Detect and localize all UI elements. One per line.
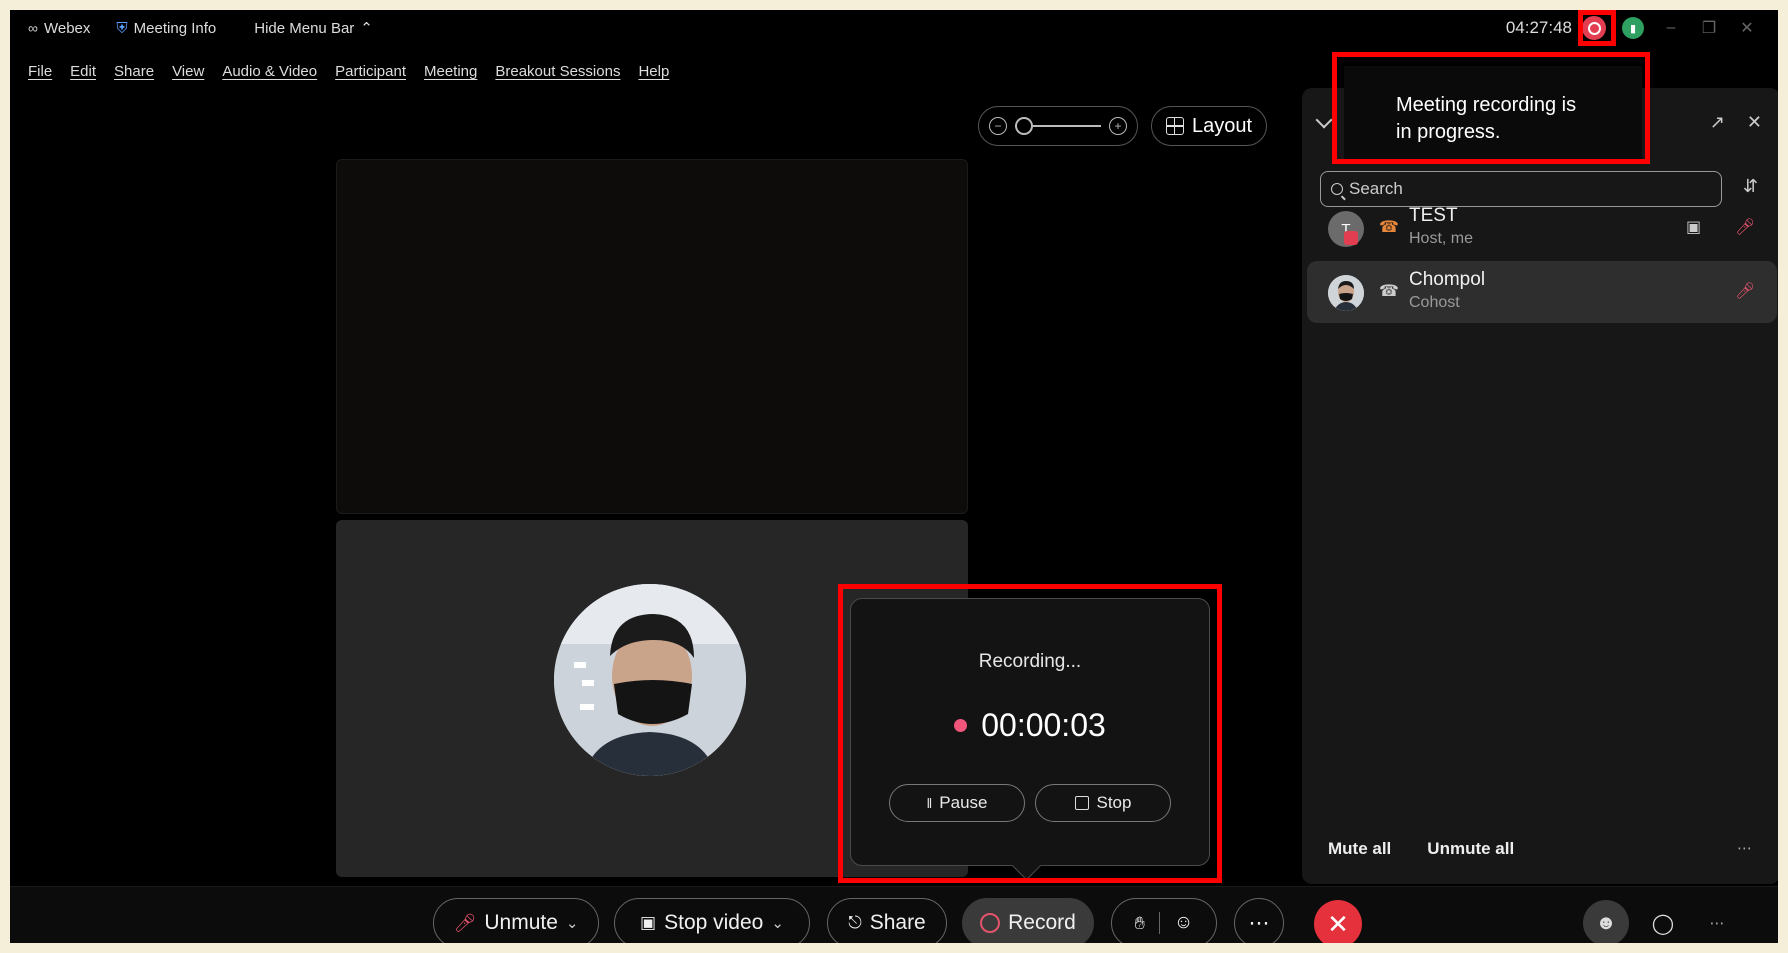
recording-popup: Recording... 00:00:03 ‖ Pause Stop [850, 598, 1210, 866]
stop-icon [1074, 796, 1089, 810]
search-icon [1331, 183, 1343, 195]
chevron-down-icon[interactable]: ⌄ [771, 914, 784, 932]
menu-breakout-sessions[interactable]: Breakout Sessions [495, 63, 620, 89]
menu-meeting[interactable]: Meeting [424, 63, 477, 89]
webex-app-menu[interactable]: ∞ Webex [28, 20, 90, 37]
chat-button[interactable]: ◯ [1640, 900, 1686, 943]
minimize-button[interactable]: – [1660, 19, 1682, 37]
recording-tooltip: Meeting recording is in progress. [1344, 66, 1642, 160]
sort-icon[interactable]: ⇵ [1743, 176, 1758, 197]
zoom-in-icon[interactable]: + [1109, 117, 1127, 135]
share-screen-icon: ⎋ [848, 913, 862, 932]
avatar [1328, 275, 1364, 311]
share-badge-icon [1344, 231, 1358, 245]
participant-name: Chompol [1409, 269, 1486, 290]
chevron-up-icon: ⌃ [360, 20, 373, 37]
restore-button[interactable]: ❐ [1698, 18, 1720, 38]
close-panel-icon[interactable]: ✕ [1747, 112, 1762, 133]
participant-role: Cohost [1409, 294, 1460, 311]
menu-file[interactable]: File [28, 63, 52, 89]
chevron-down-icon[interactable]: ⌄ [566, 914, 579, 932]
mute-all-button[interactable]: Mute all [1328, 839, 1391, 859]
participants-icon: ☻ [1595, 911, 1617, 934]
record-button[interactable]: Record [962, 898, 1094, 943]
unmute-all-button[interactable]: Unmute all [1427, 839, 1514, 859]
stop-recording-button[interactable]: Stop [1035, 784, 1171, 822]
end-meeting-button[interactable]: ✕ [1314, 900, 1362, 943]
muted-mic-icon[interactable]: 🎤︎ [1735, 281, 1755, 301]
recording-indicator-icon[interactable] [1582, 16, 1606, 40]
close-window-button[interactable]: ✕ [1736, 18, 1758, 38]
collapse-panel-icon[interactable] [1315, 111, 1333, 129]
layout-button[interactable]: Layout [1151, 106, 1267, 146]
app-name: Webex [43, 19, 91, 37]
chat-icon: ◯ [1651, 912, 1675, 935]
pause-icon: ‖ [926, 795, 933, 811]
more-icon: ⋯ [1709, 915, 1725, 932]
panel-more-icon[interactable]: ⋯ [1737, 839, 1752, 857]
hide-menu-bar-button[interactable]: Hide Menu Bar ⌃ [254, 19, 373, 38]
more-options-button[interactable]: ⋯ [1234, 898, 1284, 943]
participant-row[interactable]: T ☎ TEST Host, me ▣ 🎤︎ [1307, 197, 1777, 259]
menu-bar: File Edit Share View Audio & Video Parti… [10, 63, 669, 89]
participant-avatar [554, 584, 746, 776]
network-health-icon[interactable]: ▮ [1622, 17, 1644, 39]
video-camera-icon[interactable]: ▣ [1686, 217, 1701, 237]
menu-view[interactable]: View [172, 63, 204, 89]
menu-audio-video[interactable]: Audio & Video [222, 63, 317, 89]
avatar: T [1328, 211, 1364, 247]
reactions-group: ✋︎ ☺ [1111, 898, 1217, 943]
raise-hand-icon[interactable]: ✋︎ [1135, 913, 1145, 934]
muted-mic-icon[interactable]: 🎤︎ [1735, 217, 1755, 237]
menu-participant[interactable]: Participant [335, 63, 406, 89]
popout-icon[interactable]: ↗ [1710, 112, 1725, 133]
stop-video-button[interactable]: ▣ Stop video ⌄ [614, 898, 810, 943]
zoom-thumb[interactable] [1015, 117, 1033, 135]
participant-row[interactable]: ☎ Chompol Cohost 🎤︎ [1307, 261, 1777, 323]
share-button[interactable]: ⎋ Share [827, 898, 947, 943]
headset-icon: ☎ [1379, 283, 1399, 300]
webex-window: ∞ Webex ⛨ Meeting Info Hide Menu Bar ⌃ 0… [10, 10, 1778, 943]
menu-edit[interactable]: Edit [70, 63, 96, 89]
zoom-slider[interactable]: − + [978, 106, 1138, 146]
divider [1158, 912, 1160, 934]
shield-icon: ⛨ [116, 19, 128, 37]
zoom-out-icon[interactable]: − [989, 117, 1007, 135]
record-icon [980, 913, 1001, 933]
participants-button[interactable]: ☻ [1583, 900, 1629, 943]
zoom-track[interactable] [1015, 117, 1101, 135]
menu-share[interactable]: Share [114, 63, 154, 89]
muted-mic-icon: 🎤︎ [453, 912, 477, 933]
participant-role: Host, me [1409, 230, 1474, 247]
video-tile-self[interactable] [336, 159, 968, 514]
audio-connected-icon: ☎ [1379, 219, 1399, 236]
close-icon: ✕ [1327, 908, 1349, 939]
recording-timer: 00:00:03 [981, 707, 1106, 743]
meeting-clock: 04:27:48 [1505, 18, 1572, 37]
recording-status: Recording... [978, 651, 1082, 672]
more-panels-button[interactable]: ⋯ [1694, 900, 1740, 943]
title-bar: ∞ Webex ⛨ Meeting Info Hide Menu Bar ⌃ 0… [10, 10, 1778, 46]
video-camera-icon: ▣ [640, 913, 657, 932]
menu-help[interactable]: Help [638, 63, 669, 89]
unmute-button[interactable]: 🎤︎ Unmute ⌄ [433, 898, 599, 943]
participant-name: TEST [1409, 205, 1458, 226]
search-input[interactable] [1349, 179, 1709, 199]
webex-logo-icon: ∞ [28, 20, 38, 36]
grid-icon [1165, 117, 1184, 135]
pause-recording-button[interactable]: ‖ Pause [889, 784, 1025, 822]
more-icon: ⋯ [1248, 911, 1270, 935]
reactions-icon[interactable]: ☺ [1174, 912, 1193, 934]
meeting-info-button[interactable]: ⛨ Meeting Info [116, 20, 216, 37]
recording-dot-icon [954, 719, 968, 732]
